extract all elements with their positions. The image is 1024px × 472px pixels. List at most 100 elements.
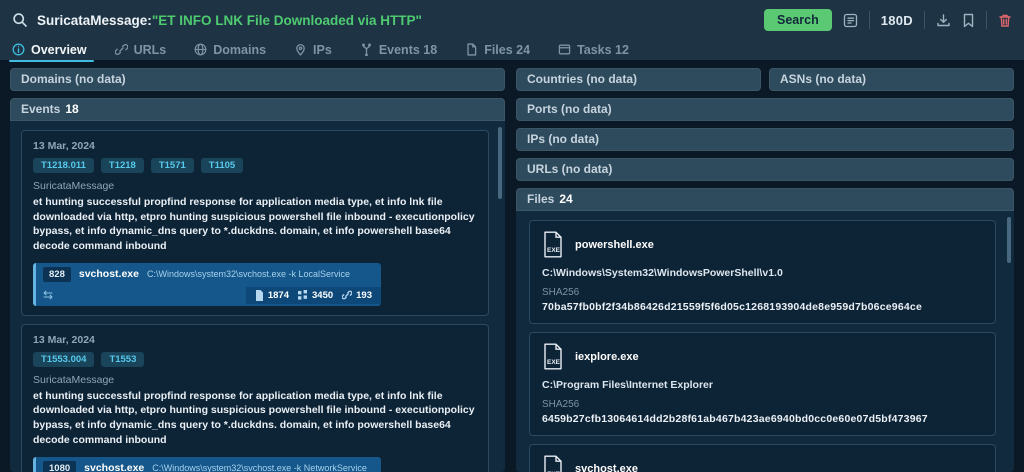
process-box[interactable]: 828 svchost.exe C:\Windows\system32\svch… bbox=[33, 263, 381, 306]
file-name: powershell.exe bbox=[575, 239, 654, 251]
events-scrollbar[interactable] bbox=[498, 127, 502, 199]
query-builder-icon[interactable] bbox=[843, 13, 858, 28]
process-cmdline: C:\Windows\system32\svchost.exe -k Netwo… bbox=[152, 463, 367, 472]
panel-urls[interactable]: URLs (no data) bbox=[516, 158, 1014, 181]
event-card[interactable]: 13 Mar, 2024 T1553.004 T1553 SuricataMes… bbox=[21, 324, 489, 472]
tab-label: IPs bbox=[313, 43, 332, 57]
time-range-selector[interactable]: 180D bbox=[881, 13, 913, 28]
tab-label: Tasks 12 bbox=[577, 43, 629, 57]
files-list: EXE powershell.exe C:\Windows\System32\W… bbox=[516, 211, 1014, 472]
process-pid: 1080 bbox=[43, 461, 76, 472]
file-icon bbox=[465, 43, 478, 56]
mitre-tag[interactable]: T1218.011 bbox=[33, 158, 94, 173]
tab-ips[interactable]: IPs bbox=[294, 41, 332, 58]
files-counter[interactable]: 1874 bbox=[255, 290, 289, 301]
connections-counter[interactable]: 193 bbox=[342, 290, 372, 301]
mitre-tag[interactable]: T1218 bbox=[101, 158, 144, 173]
tab-bar: Overview URLs Domains IPs Events 18 File… bbox=[12, 41, 1012, 60]
panel-ports[interactable]: Ports (no data) bbox=[516, 98, 1014, 121]
delete-icon[interactable] bbox=[998, 13, 1012, 28]
search-icon bbox=[12, 12, 28, 28]
files-panel-header[interactable]: Files 24 bbox=[516, 188, 1014, 211]
tab-label: Domains bbox=[213, 43, 266, 57]
hash-label: SHA256 bbox=[542, 287, 983, 298]
exe-file-icon: EXE bbox=[542, 231, 564, 258]
mitre-tag[interactable]: T1553.004 bbox=[33, 352, 94, 367]
link-icon bbox=[115, 43, 128, 56]
exe-file-icon: EXE bbox=[542, 455, 564, 472]
tab-label: Files 24 bbox=[484, 43, 530, 57]
sha256-value: 6459b27cfb13064614dd2b28f61ab467b423ae69… bbox=[542, 413, 983, 425]
files-count: 24 bbox=[559, 192, 572, 206]
modules-count-icon bbox=[298, 290, 308, 300]
panel-domains[interactable]: Domains (no data) bbox=[10, 68, 505, 91]
process-name: svchost.exe bbox=[79, 268, 139, 280]
file-count-icon bbox=[255, 290, 264, 301]
event-field-label: SuricataMessage bbox=[33, 374, 477, 386]
mitre-tags: T1218.011 T1218 T1571 T1105 bbox=[33, 158, 477, 173]
panel-countries[interactable]: Countries (no data) bbox=[516, 68, 761, 91]
tab-tasks[interactable]: Tasks 12 bbox=[558, 41, 629, 58]
sha256-value: 70ba57fb0bf2f34b86426d21559f5f6d05c12681… bbox=[542, 301, 983, 313]
files-panel: Files 24 EXE powershell.exe C:\Windows\Sy… bbox=[516, 188, 1014, 472]
events-panel-header[interactable]: Events 18 bbox=[10, 98, 505, 121]
events-panel: Events 18 13 Mar, 2024 T1218.011 T1218 T1… bbox=[10, 98, 505, 472]
mitre-tag[interactable]: T1553 bbox=[101, 352, 144, 367]
file-card[interactable]: EXE iexplore.exe C:\Program Files\Intern… bbox=[529, 332, 996, 436]
divider bbox=[924, 11, 925, 29]
left-column: Domains (no data) Events 18 13 Mar, 2024 … bbox=[10, 68, 505, 472]
link-count-icon bbox=[342, 290, 352, 300]
top-bar: SuricataMessage:"ET INFO LNK File Downlo… bbox=[0, 0, 1024, 60]
search-query[interactable]: SuricataMessage:"ET INFO LNK File Downlo… bbox=[37, 13, 764, 28]
process-arrows-icon: ⇆ bbox=[43, 289, 53, 301]
query-field-value: "ET INFO LNK File Downloaded via HTTP" bbox=[152, 13, 422, 28]
window-icon bbox=[558, 43, 571, 56]
file-card[interactable]: EXE svchost.exe C:\Windows\System32 SHA2… bbox=[529, 444, 996, 472]
globe-icon bbox=[194, 43, 207, 56]
tab-events[interactable]: Events 18 bbox=[360, 41, 437, 58]
file-path: C:\Windows\System32\WindowsPowerShell\v1… bbox=[542, 267, 983, 279]
panel-ips[interactable]: IPs (no data) bbox=[516, 128, 1014, 151]
main-content: Domains (no data) Events 18 13 Mar, 2024 … bbox=[0, 60, 1024, 472]
event-message: et hunting successful propfind response … bbox=[33, 195, 477, 254]
process-box[interactable]: 1080 svchost.exe C:\Windows\system32\svc… bbox=[33, 457, 381, 472]
process-name: svchost.exe bbox=[84, 462, 144, 472]
svg-text:EXE: EXE bbox=[547, 247, 561, 254]
files-title: Files bbox=[527, 192, 554, 206]
file-card[interactable]: EXE powershell.exe C:\Windows\System32\W… bbox=[529, 220, 996, 324]
modules-counter[interactable]: 3450 bbox=[298, 290, 333, 301]
tab-label: Overview bbox=[31, 43, 87, 57]
query-field-name: SuricataMessage: bbox=[37, 13, 152, 28]
tab-overview[interactable]: Overview bbox=[12, 41, 87, 58]
tab-urls[interactable]: URLs bbox=[115, 41, 167, 58]
tab-label: Events 18 bbox=[379, 43, 437, 57]
download-icon[interactable] bbox=[936, 13, 951, 28]
hash-label: SHA256 bbox=[542, 399, 983, 410]
tab-label: URLs bbox=[134, 43, 167, 57]
event-message: et hunting successful propfind response … bbox=[33, 389, 477, 448]
tab-domains[interactable]: Domains bbox=[194, 41, 266, 58]
events-count: 18 bbox=[65, 102, 78, 116]
event-card[interactable]: 13 Mar, 2024 T1218.011 T1218 T1571 T1105… bbox=[21, 130, 489, 316]
hierarchy-icon bbox=[360, 43, 373, 56]
bookmark-icon[interactable] bbox=[962, 13, 975, 28]
mitre-tag[interactable]: T1105 bbox=[201, 158, 243, 173]
process-pid: 828 bbox=[43, 267, 71, 282]
event-date: 13 Mar, 2024 bbox=[33, 140, 477, 152]
file-name: svchost.exe bbox=[575, 463, 638, 472]
process-counters: 1874 3450 193 bbox=[246, 287, 381, 304]
mitre-tag[interactable]: T1571 bbox=[151, 158, 194, 173]
right-column: Countries (no data) ASNs (no data) Ports… bbox=[516, 68, 1014, 472]
events-title: Events bbox=[21, 102, 60, 116]
tab-files[interactable]: Files 24 bbox=[465, 41, 530, 58]
process-cmdline: C:\Windows\system32\svchost.exe -k Local… bbox=[147, 269, 350, 279]
search-controls: Search 180D bbox=[764, 9, 1012, 31]
search-button[interactable]: Search bbox=[764, 9, 832, 31]
file-name: iexplore.exe bbox=[575, 351, 639, 363]
files-scrollbar[interactable] bbox=[1007, 217, 1011, 263]
panel-asns[interactable]: ASNs (no data) bbox=[769, 68, 1014, 91]
divider bbox=[986, 11, 987, 29]
info-icon bbox=[12, 43, 25, 56]
search-bar[interactable]: SuricataMessage:"ET INFO LNK File Downlo… bbox=[12, 7, 1012, 33]
mitre-tags: T1553.004 T1553 bbox=[33, 352, 477, 367]
